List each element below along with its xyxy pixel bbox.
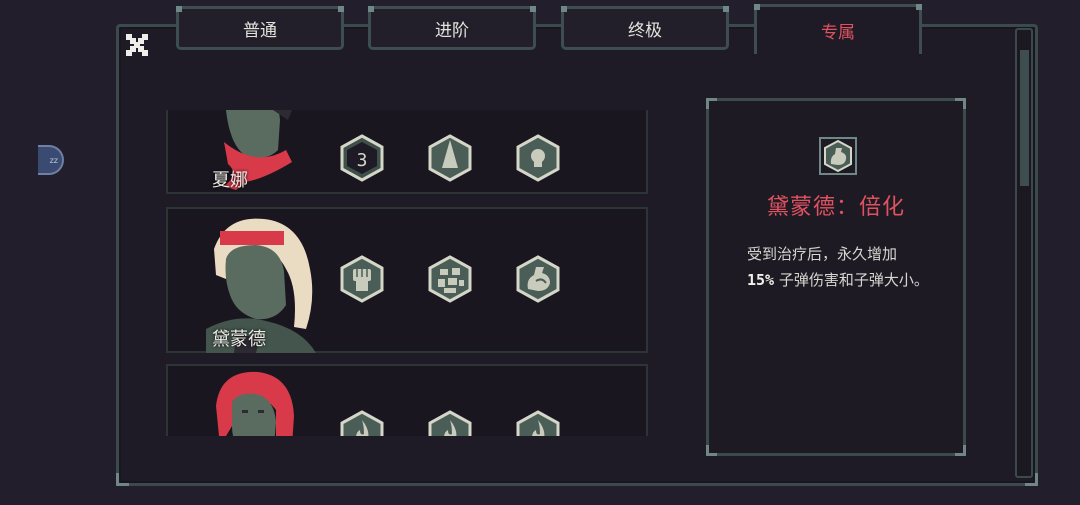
character-name: 黛蒙德 bbox=[212, 329, 266, 350]
perk-description-start: 受到治疗后，永久增加 bbox=[747, 245, 898, 263]
arm-muscle-icon[interactable] bbox=[514, 255, 562, 303]
svg-text:3: 3 bbox=[357, 150, 368, 171]
character-name: 夏娜 bbox=[212, 170, 248, 191]
game-screen: zz 普通 进阶 终极 专属 夏娜 3 黛蒙德 黛蒙德：倍化 受到治疗后，永久增… bbox=[0, 0, 1080, 505]
rubble-icon[interactable] bbox=[426, 255, 474, 303]
character-row: 夏娜 3 bbox=[166, 110, 648, 194]
flame-icon[interactable] bbox=[338, 410, 386, 436]
tab-advanced[interactable]: 进阶 bbox=[368, 6, 536, 50]
bulb-icon[interactable] bbox=[514, 134, 562, 182]
scrollbar[interactable] bbox=[1015, 28, 1033, 478]
perk-detail-panel: 黛蒙德：倍化 受到治疗后，永久增加 15% 子弹伤害和子弹大小。 bbox=[706, 98, 966, 456]
flame-icon[interactable] bbox=[426, 410, 474, 436]
close-button[interactable] bbox=[122, 30, 152, 60]
tab-label: 进阶 bbox=[435, 20, 469, 41]
tab-ultimate[interactable]: 终极 bbox=[561, 6, 729, 50]
character-row[interactable] bbox=[166, 364, 648, 436]
tab-label: 普通 bbox=[243, 20, 277, 41]
flame-icon[interactable] bbox=[514, 410, 562, 436]
tab-label: 终极 bbox=[628, 20, 662, 41]
side-menu-label: zz bbox=[49, 155, 58, 165]
arm-muscle-icon bbox=[819, 137, 857, 175]
fist-icon[interactable] bbox=[338, 255, 386, 303]
perk-title: 黛蒙德：倍化 bbox=[766, 195, 905, 220]
number-3-icon[interactable]: 3 bbox=[338, 134, 386, 182]
scrollbar-thumb[interactable] bbox=[1020, 50, 1029, 186]
character-portrait bbox=[216, 371, 294, 436]
side-menu-handle[interactable]: zz bbox=[38, 145, 64, 175]
perk-description: 受到治疗后，永久增加 15% 子弹伤害和子弹大小。 bbox=[747, 241, 937, 293]
tab-exclusive[interactable]: 专属 bbox=[754, 4, 922, 54]
close-icon bbox=[126, 34, 148, 56]
spike-icon[interactable] bbox=[426, 134, 474, 182]
perk-value: 15% bbox=[747, 271, 775, 289]
perk-description-end: 子弹伤害和子弹大小。 bbox=[774, 271, 929, 289]
frame-corner bbox=[116, 473, 129, 486]
character-list[interactable]: 夏娜 3 黛蒙德 bbox=[166, 110, 648, 436]
character-row[interactable]: 黛蒙德 bbox=[166, 207, 648, 353]
tab-label: 专属 bbox=[821, 23, 855, 43]
tab-normal[interactable]: 普通 bbox=[176, 6, 344, 50]
